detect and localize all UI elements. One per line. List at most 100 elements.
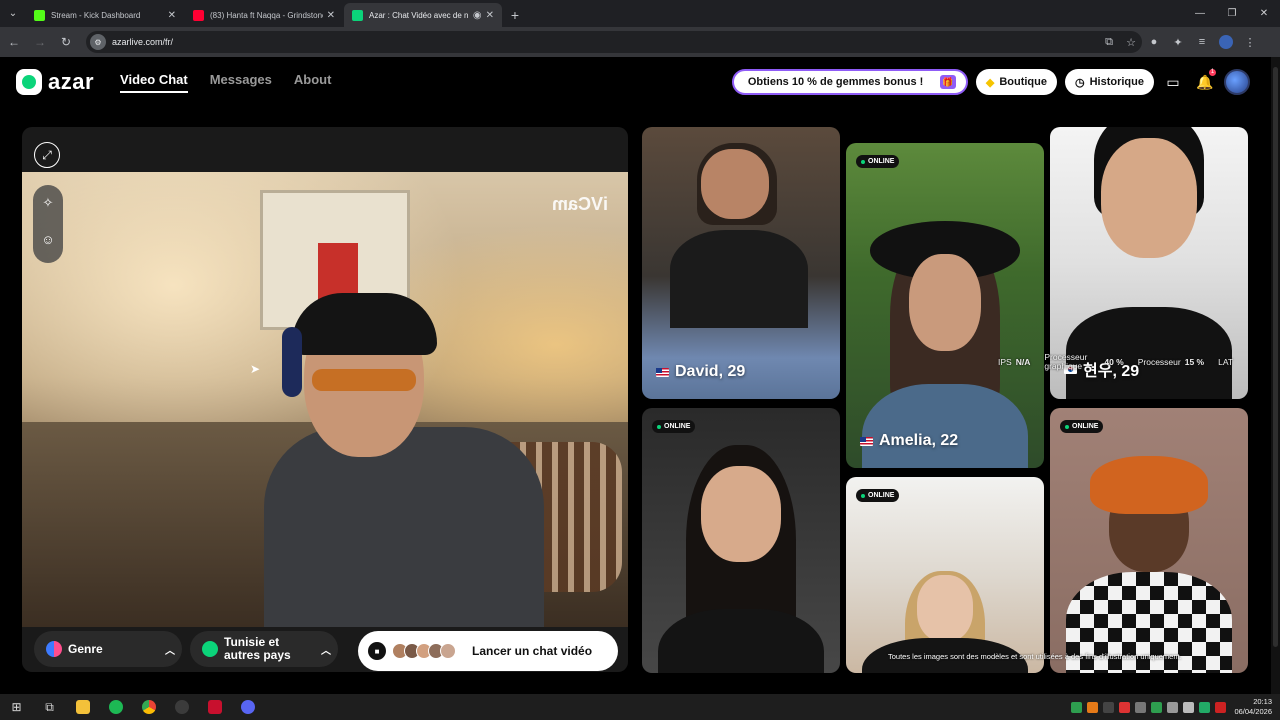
tab-title: Stream - Kick Dashboard xyxy=(51,10,141,20)
profile-card-amelia: ONLINE Amelia, 22 xyxy=(846,143,1044,468)
notification-badge: 1 xyxy=(1209,69,1216,76)
tray-app-icon[interactable] xyxy=(1151,701,1163,713)
latency-label: LAT xyxy=(1218,357,1234,367)
close-tab-icon[interactable]: ✕ xyxy=(486,10,494,21)
reading-list-icon[interactable]: ≡ xyxy=(1190,31,1214,53)
performance-overlay: IPS N/A Processeur graphique 40 % Proces… xyxy=(998,353,1233,371)
camera-watermark: iVCam xyxy=(551,194,608,214)
gpu-value: 40 % xyxy=(1104,357,1124,367)
url-text[interactable]: azarlive.com/fr/ xyxy=(112,37,1098,47)
kick-favicon-icon xyxy=(34,9,45,21)
extension-icon[interactable]: ● xyxy=(1142,31,1166,53)
notification-bell-icon[interactable]: 🔔 1 xyxy=(1192,69,1218,95)
address-bar-row: ← → ↻ ⚙ azarlive.com/fr/ ⧉ ☆ ● ✦ ≡ ⋮ xyxy=(0,27,1280,57)
bookmark-star-icon[interactable]: ☆ xyxy=(1120,36,1142,49)
tab-kick[interactable]: Stream - Kick Dashboard ✕ xyxy=(26,3,184,27)
camera-tools: ✧ ☺ xyxy=(33,185,63,263)
chevron-up-icon: ︿ xyxy=(321,645,331,657)
system-tray: 20:13 06/04/2026 xyxy=(1066,694,1272,720)
gender-filter-dropdown[interactable]: Genre ︿ xyxy=(34,631,182,667)
gem-icon: ◆ xyxy=(985,76,995,89)
browser-tab-bar: ⌄ Stream - Kick Dashboard ✕ (83) Hanta f… xyxy=(0,0,1280,27)
tray-app-icon[interactable] xyxy=(1119,701,1131,713)
face-sticker-icon[interactable]: ☺ xyxy=(33,221,63,257)
system-clock[interactable]: 20:13 06/04/2026 xyxy=(1234,697,1272,717)
gift-icon: 🎁 xyxy=(939,75,956,89)
close-tab-icon[interactable]: ✕ xyxy=(168,10,176,21)
azar-logo-icon xyxy=(16,69,42,95)
tray-app-icon[interactable] xyxy=(1103,701,1115,713)
new-tab-icon[interactable]: + xyxy=(503,3,527,27)
tab-search-icon[interactable]: ⌄ xyxy=(0,0,26,27)
nav-messages[interactable]: Messages xyxy=(210,72,272,93)
nav-about[interactable]: About xyxy=(294,72,332,93)
adobe-icon[interactable] xyxy=(198,694,231,720)
tab-youtube[interactable]: (83) Hanta ft Naqqa - Grindstone ✕ xyxy=(185,3,343,27)
fps-label: IPS xyxy=(998,357,1012,367)
main-nav: Video Chat Messages About xyxy=(120,72,353,93)
minimize-icon[interactable]: — xyxy=(1184,0,1216,27)
window-controls: — ❐ ✕ xyxy=(1184,0,1280,27)
clock-date: 06/04/2026 xyxy=(1234,707,1272,716)
tray-app-icon[interactable] xyxy=(1199,701,1211,713)
windows-taskbar: ⊞ ⧉ 20:13 06/04/2026 xyxy=(0,694,1280,720)
gems-promo-button[interactable]: Obtiens 10 % de gemmes bonus ! 🎁 xyxy=(731,69,968,95)
page-scrollbar[interactable] xyxy=(1271,57,1280,694)
obs-icon[interactable] xyxy=(165,694,198,720)
gpu-label: Processeur graphique xyxy=(1044,352,1088,371)
forward-icon[interactable]: → xyxy=(28,30,52,54)
tray-app-icon[interactable] xyxy=(1135,701,1147,713)
reload-icon[interactable]: ↻ xyxy=(54,30,78,54)
header-actions: Obtiens 10 % de gemmes bonus ! 🎁 ◆ Bouti… xyxy=(731,69,1250,95)
shop-button[interactable]: ◆ Boutique xyxy=(975,69,1057,95)
tray-app-icon[interactable] xyxy=(1087,701,1099,713)
images-disclaimer: Toutes les images sont des modèles et so… xyxy=(888,652,1182,661)
youtube-favicon-icon xyxy=(193,9,204,21)
profile-card-online-2: ONLINE xyxy=(846,477,1044,673)
browser-menu-icon[interactable]: ⋮ xyxy=(1238,31,1262,53)
close-tab-icon[interactable]: ✕ xyxy=(327,10,335,21)
windows-start-icon[interactable]: ⊞ xyxy=(0,694,33,720)
discord-icon[interactable] xyxy=(231,694,264,720)
profile-card-online-3: ONLINE xyxy=(1050,408,1248,673)
install-app-icon[interactable]: ⧉ xyxy=(1098,36,1120,49)
tab-azar[interactable]: Azar : Chat Vidéo avec de n ◉ ✕ xyxy=(344,3,502,27)
chevron-up-icon: ︿ xyxy=(165,645,175,657)
volume-icon[interactable] xyxy=(1183,701,1195,713)
spotify-icon[interactable] xyxy=(99,694,132,720)
profile-card-online-1: ONLINE xyxy=(642,408,840,673)
task-view-icon[interactable]: ⧉ xyxy=(33,694,66,720)
country-filter-dropdown[interactable]: Tunisie et autres pays ︿ xyxy=(190,631,338,667)
mouse-cursor-icon: ➤ xyxy=(250,362,261,376)
camera-icon: ■ xyxy=(368,642,386,660)
expand-icon[interactable]: ⤢ xyxy=(34,142,60,168)
tray-app-icon[interactable] xyxy=(1215,701,1227,713)
self-camera-preview: iVCam ➤ xyxy=(22,172,628,627)
azar-page: azar Video Chat Messages About Obtiens 1… xyxy=(0,57,1280,694)
tray-app-icon[interactable] xyxy=(1071,701,1083,713)
chrome-icon[interactable] xyxy=(132,694,165,720)
user-avatar[interactable] xyxy=(1224,69,1250,95)
online-badge: ONLINE xyxy=(856,489,900,502)
globe-icon xyxy=(202,641,218,657)
recording-icon: ◉ xyxy=(472,9,482,21)
close-window-icon[interactable]: ✕ xyxy=(1248,0,1280,27)
user-in-camera xyxy=(254,293,554,627)
effects-wand-icon[interactable]: ✧ xyxy=(33,185,63,221)
restore-icon[interactable]: ❐ xyxy=(1216,0,1248,27)
microphone-icon[interactable] xyxy=(1167,701,1179,713)
omnibox[interactable]: ⚙ azarlive.com/fr/ ⧉ ☆ xyxy=(86,31,1142,53)
inbox-icon[interactable]: ▭ xyxy=(1160,69,1186,95)
match-controls: Genre ︿ Tunisie et autres pays ︿ ■ Lance… xyxy=(22,627,628,672)
nav-video-chat[interactable]: Video Chat xyxy=(120,72,188,93)
azar-logo[interactable]: azar xyxy=(16,69,94,95)
history-button[interactable]: ◷ Historique xyxy=(1064,69,1154,95)
back-icon[interactable]: ← xyxy=(2,30,26,54)
us-flag-icon xyxy=(860,436,873,446)
launch-video-chat-button[interactable]: ■ Lancer un chat vidéo xyxy=(358,631,618,671)
site-info-icon[interactable]: ⚙ xyxy=(90,34,106,50)
file-explorer-icon[interactable] xyxy=(66,694,99,720)
gender-icon xyxy=(46,641,62,657)
profile-icon[interactable] xyxy=(1214,31,1238,53)
extensions-puzzle-icon[interactable]: ✦ xyxy=(1166,31,1190,53)
